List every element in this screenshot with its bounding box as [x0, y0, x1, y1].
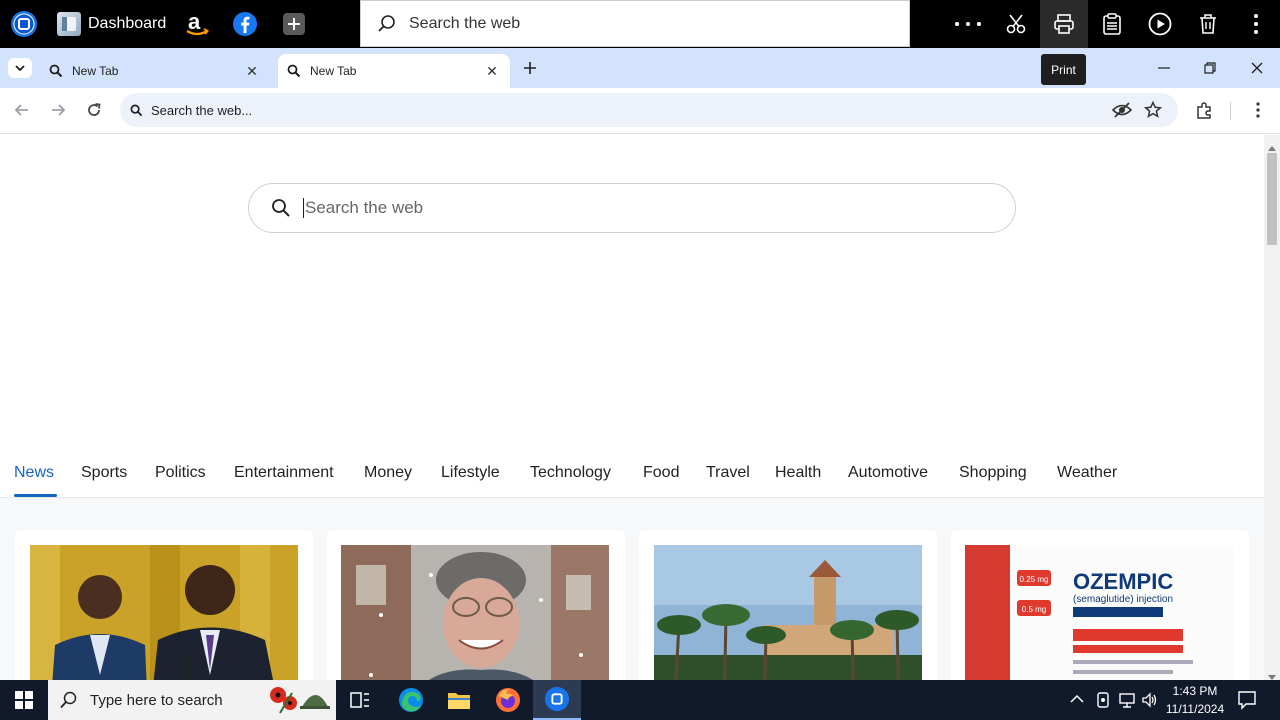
notifications-icon[interactable]: [1237, 690, 1257, 715]
category-automotive[interactable]: Automotive: [848, 464, 928, 482]
category-nav: News Sports Politics Entertainment Money…: [0, 458, 1264, 498]
print-icon[interactable]: [1040, 0, 1088, 48]
browser-app-taskbar-icon[interactable]: [533, 680, 581, 720]
clock-time: 1:43 PM: [1172, 684, 1218, 698]
category-health[interactable]: Health: [775, 464, 821, 482]
scrollbar-thumb[interactable]: [1267, 153, 1277, 245]
category-entertainment[interactable]: Entertainment: [234, 464, 334, 482]
windows-start-icon[interactable]: [0, 680, 48, 720]
close-tab-icon[interactable]: ✕: [244, 63, 260, 79]
add-shortcut-icon[interactable]: [278, 8, 310, 40]
edge-browser-icon[interactable]: [387, 680, 435, 720]
news-card[interactable]: [327, 530, 625, 680]
ozempic-dose1: 0.25 mg: [1020, 575, 1049, 584]
category-politics[interactable]: Politics: [155, 464, 206, 482]
facebook-icon[interactable]: [229, 8, 261, 40]
category-lifestyle[interactable]: Lifestyle: [441, 464, 500, 482]
print-tooltip: Print: [1041, 54, 1086, 85]
cut-icon[interactable]: [992, 0, 1040, 48]
news-feed: 0.25 mg 0.5 mg OZEMPIC (semaglutide) inj…: [0, 498, 1264, 680]
device-icon[interactable]: [1095, 691, 1111, 714]
tracking-protection-icon[interactable]: [1112, 101, 1132, 119]
browser-toolbar: Search the web...: [0, 88, 1280, 134]
ozempic-sub: (semaglutide) injection: [1073, 594, 1173, 605]
search-icon: [130, 104, 143, 117]
tab-new-tab-1[interactable]: New Tab ✕: [40, 54, 270, 88]
bookmark-star-icon[interactable]: [1144, 101, 1162, 119]
news-image-men-at-podium[interactable]: [30, 545, 298, 680]
category-food[interactable]: Food: [643, 464, 679, 482]
search-icon: [49, 64, 63, 78]
network-icon[interactable]: [1118, 691, 1136, 714]
tab-label: New Tab: [72, 64, 119, 78]
active-category-indicator: [14, 494, 57, 497]
file-explorer-icon[interactable]: [435, 680, 483, 720]
news-image-man-in-snow[interactable]: [341, 545, 609, 680]
news-card[interactable]: 0.25 mg 0.5 mg OZEMPIC (semaglutide) inj…: [951, 530, 1249, 680]
news-image-palm-estate[interactable]: [654, 545, 922, 680]
kebab-menu-icon[interactable]: [1232, 0, 1280, 48]
trash-icon[interactable]: [1184, 0, 1232, 48]
show-hidden-icons-icon[interactable]: [1070, 692, 1084, 711]
task-view-icon[interactable]: [336, 680, 384, 720]
news-card[interactable]: [639, 530, 937, 680]
address-text: Search the web...: [151, 102, 253, 118]
more-options-icon[interactable]: [944, 0, 992, 48]
svg-text:a: a: [188, 10, 201, 34]
clipboard-icon[interactable]: [1088, 0, 1136, 48]
page-scrollbar[interactable]: [1264, 135, 1280, 680]
top-search-field[interactable]: Search the web: [360, 0, 910, 47]
tab-search-icon[interactable]: [8, 58, 32, 78]
clock-date: 11/11/2024: [1165, 702, 1225, 716]
ozempic-brand: OZEMPIC: [1073, 569, 1173, 594]
dashboard-button[interactable]: Dashboard: [52, 6, 172, 42]
category-news[interactable]: News: [14, 464, 54, 482]
browser-menu-icon[interactable]: [1244, 96, 1272, 124]
close-tab-icon[interactable]: ✕: [484, 63, 500, 79]
restore-icon[interactable]: [1187, 48, 1233, 88]
toolbar-divider: [1230, 102, 1231, 120]
category-shopping[interactable]: Shopping: [959, 464, 1027, 482]
close-window-icon[interactable]: [1234, 48, 1280, 88]
extensions-icon[interactable]: [1191, 96, 1219, 124]
taskbar-search-input[interactable]: Type here to search: [48, 680, 336, 720]
forward-arrow-icon[interactable]: [44, 96, 72, 124]
new-tab-icon[interactable]: [518, 56, 542, 80]
main-search-placeholder: Search the web: [303, 198, 424, 218]
taskbar-search-placeholder: Type here to search: [90, 691, 223, 709]
main-search-input[interactable]: Search the web: [248, 183, 1016, 233]
search-icon: [60, 691, 78, 709]
poppy-helmet-icon: [266, 683, 330, 717]
amazon-icon[interactable]: a: [181, 8, 213, 40]
minimize-icon[interactable]: [1141, 48, 1187, 88]
top-app-bar: Dashboard a Search the web: [0, 0, 1280, 48]
dashboard-label: Dashboard: [88, 15, 167, 32]
taskbar-clock[interactable]: 1:43 PM 11/11/2024: [1160, 682, 1230, 718]
back-arrow-icon[interactable]: [8, 96, 36, 124]
category-travel[interactable]: Travel: [706, 464, 750, 482]
app-logo-icon[interactable]: [8, 8, 40, 40]
address-bar[interactable]: Search the web...: [120, 93, 1178, 127]
dashboard-icon: [57, 12, 81, 36]
news-image-ozempic-box[interactable]: 0.25 mg 0.5 mg OZEMPIC (semaglutide) inj…: [965, 545, 1233, 680]
ozempic-dose2: 0.5 mg: [1022, 605, 1046, 614]
category-money[interactable]: Money: [364, 464, 412, 482]
tab-new-tab-2[interactable]: New Tab ✕: [278, 54, 510, 88]
tab-strip: New Tab ✕ New Tab ✕: [0, 48, 1280, 88]
play-icon[interactable]: [1136, 0, 1184, 48]
windows-taskbar: Type here to search 1:43 PM 11/11/2024: [0, 680, 1280, 720]
firefox-icon[interactable]: [484, 680, 532, 720]
reload-icon[interactable]: [80, 96, 108, 124]
category-technology[interactable]: Technology: [530, 464, 611, 482]
search-icon: [271, 198, 291, 218]
news-card[interactable]: [15, 530, 313, 680]
category-weather[interactable]: Weather: [1057, 464, 1117, 482]
tab-label: New Tab: [310, 64, 357, 78]
search-icon: [287, 64, 301, 78]
search-icon: [377, 14, 397, 34]
top-search-placeholder: Search the web: [409, 14, 521, 32]
new-tab-page: Search the web News Sports Politics Ente…: [0, 135, 1264, 680]
volume-icon[interactable]: [1141, 691, 1159, 714]
category-sports[interactable]: Sports: [81, 464, 127, 482]
